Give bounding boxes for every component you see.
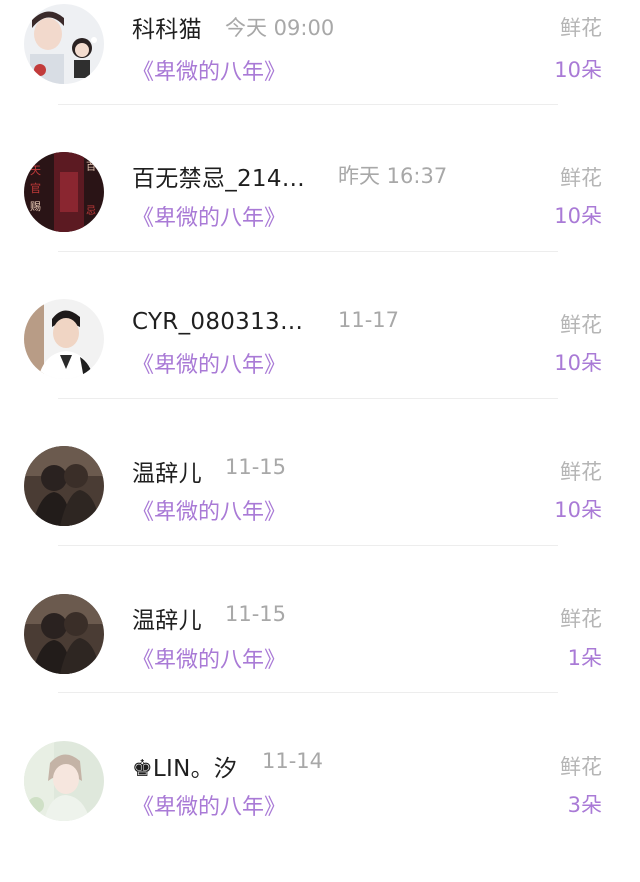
- divider: [58, 104, 558, 105]
- avatar[interactable]: [24, 299, 104, 379]
- book-title-link[interactable]: 《卑微的八年》: [132, 789, 286, 821]
- gift-count: 1朵: [567, 646, 602, 670]
- timestamp: 11-17: [338, 308, 400, 332]
- gift-count: 10朵: [554, 204, 602, 228]
- avatar-image: [24, 741, 104, 821]
- svg-text:百: 百: [86, 161, 96, 173]
- avatar[interactable]: [24, 741, 104, 821]
- gift-type-label: 鲜花: [560, 460, 602, 484]
- svg-text:忌: 忌: [86, 205, 96, 217]
- gift-record-list: 科科猫 今天 09:00 《卑微的八年》 鲜花 10朵 天 官 赐 百 忌 百无…: [0, 0, 640, 847]
- divider: [58, 692, 558, 693]
- gift-type-label: 鲜花: [560, 755, 602, 779]
- avatar-image: [24, 4, 104, 84]
- timestamp: 今天 09:00: [225, 16, 335, 40]
- gift-count: 10朵: [554, 498, 602, 522]
- gift-type-label: 鲜花: [560, 607, 602, 631]
- avatar[interactable]: [24, 446, 104, 526]
- avatar-image: [24, 299, 104, 379]
- book-title-link[interactable]: 《卑微的八年》: [132, 200, 286, 232]
- username[interactable]: ♚LIN。汐: [132, 749, 237, 783]
- list-item[interactable]: 温辞儿 11-15 《卑微的八年》 鲜花 1朵: [0, 588, 640, 735]
- gift-count: 10朵: [554, 351, 602, 375]
- avatar[interactable]: [24, 4, 104, 84]
- book-title-link[interactable]: 《卑微的八年》: [132, 347, 286, 379]
- gift-type-label: 鲜花: [560, 313, 602, 337]
- timestamp: 昨天 16:37: [338, 164, 448, 188]
- avatar-image: 天 官 赐 百 忌: [24, 152, 104, 232]
- list-item[interactable]: ♚LIN。汐 11-14 《卑微的八年》 鲜花 3朵: [0, 735, 640, 882]
- username[interactable]: 百无禁忌_214…: [132, 159, 305, 193]
- book-title-link[interactable]: 《卑微的八年》: [132, 54, 286, 86]
- list-item[interactable]: 温辞儿 11-15 《卑微的八年》 鲜花 10朵: [0, 441, 640, 588]
- svg-text:天: 天: [30, 164, 41, 177]
- timestamp: 11-15: [225, 455, 287, 479]
- gift-count: 3朵: [567, 793, 602, 817]
- username[interactable]: 科科猫: [132, 10, 202, 44]
- username[interactable]: 温辞儿: [132, 454, 202, 488]
- list-item[interactable]: CYR_080313… 11-17 《卑微的八年》 鲜花 10朵: [0, 294, 640, 441]
- gift-type-label: 鲜花: [560, 166, 602, 190]
- username[interactable]: CYR_080313…: [132, 309, 303, 335]
- avatar[interactable]: 天 官 赐 百 忌: [24, 152, 104, 232]
- svg-text:官: 官: [30, 181, 41, 195]
- username[interactable]: 温辞儿: [132, 601, 202, 635]
- gift-count: 10朵: [554, 58, 602, 82]
- avatar[interactable]: [24, 594, 104, 674]
- book-title-link[interactable]: 《卑微的八年》: [132, 494, 286, 526]
- avatar-image: [24, 594, 104, 674]
- divider: [58, 545, 558, 546]
- book-title-link[interactable]: 《卑微的八年》: [132, 642, 286, 674]
- divider: [58, 398, 558, 399]
- list-item[interactable]: 科科猫 今天 09:00 《卑微的八年》 鲜花 10朵: [0, 0, 640, 147]
- list-item[interactable]: 天 官 赐 百 忌 百无禁忌_214… 昨天 16:37 《卑微的八年》 鲜花 …: [0, 147, 640, 294]
- timestamp: 11-14: [262, 749, 324, 773]
- avatar-image: [24, 446, 104, 526]
- divider: [58, 251, 558, 252]
- gift-type-label: 鲜花: [560, 16, 602, 40]
- svg-text:赐: 赐: [30, 200, 41, 213]
- timestamp: 11-15: [225, 602, 287, 626]
